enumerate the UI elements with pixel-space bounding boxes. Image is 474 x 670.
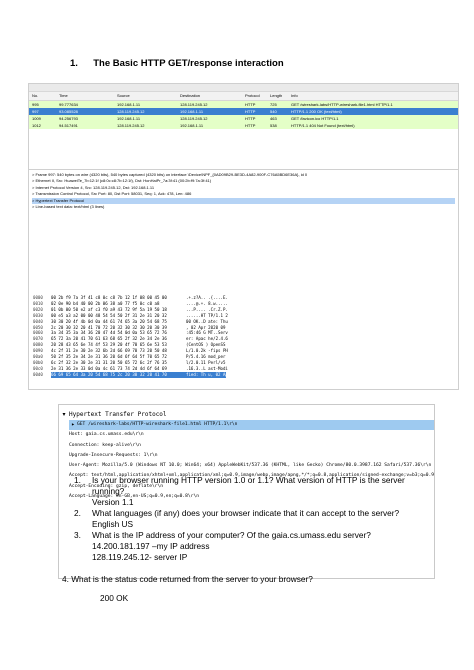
- packet-time: 93.085528: [59, 109, 78, 114]
- header-host[interactable]: Host: gaia.cs.umass.edu\r\n: [69, 430, 434, 440]
- packet-row-selected[interactable]: 997 93.085528 128.119.245.12 192.168.1.1…: [29, 108, 458, 115]
- packet-list-empty-area: [29, 129, 458, 170]
- hex-ascii: fied: Th u, 02 Ap: [186, 371, 228, 378]
- packet-time: 94.517491: [59, 123, 78, 128]
- column-header[interactable]: No.: [29, 92, 56, 100]
- detail-text: Internet Protocol Version 4, Src: 128.11…: [35, 184, 155, 190]
- question-3: 3. What is the IP address of your comput…: [74, 529, 432, 563]
- packet-destination: 192.168.1.11: [180, 123, 204, 128]
- question-number: 3.: [74, 529, 81, 540]
- detail-text: Ethernet II, Src: HuaweiTe_7b:12:1f (c8:…: [35, 178, 212, 184]
- column-header[interactable]: Destination: [177, 92, 242, 100]
- question-number: 2.: [74, 507, 81, 518]
- packet-time: 99.777634: [59, 102, 78, 107]
- packet-list-header: No. Time Source Destination Protocol Len…: [29, 92, 458, 101]
- packet-source: 128.119.245.12: [117, 109, 145, 114]
- header-connection[interactable]: Connection: keep-alive\r\n: [69, 441, 434, 451]
- request-line[interactable]: ▸ GET /wireshark-labs/HTTP-wireshark-fil…: [69, 420, 434, 431]
- packet-source: 192.168.1.11: [117, 102, 141, 107]
- packet-destination: 128.119.245.12: [180, 116, 208, 121]
- answer-text: English US: [92, 519, 134, 529]
- hex-row[interactable]: 00d0 66 69 65 64 3a 20 54 68 75 2c 20 30 …: [33, 371, 273, 378]
- answer-4: 200 OK: [100, 593, 129, 603]
- detail-line-based-text[interactable]: > Line-based text data: text/html (3 lin…: [32, 204, 455, 210]
- answer-text: 14.200.181.197 –my IP address: [92, 541, 210, 551]
- display-filter-bar: [29, 84, 458, 92]
- question-text: Is your browser running HTTP version 1.0…: [92, 475, 405, 496]
- question-4: 4. What is the status code returned from…: [62, 574, 313, 584]
- packet-destination: 192.168.1.11: [180, 109, 204, 114]
- http-tree-title: Hypertext Transfer Protocol: [69, 411, 167, 418]
- packet-no: 1009: [32, 116, 41, 121]
- question-number: 1.: [74, 475, 81, 485]
- question-1: 1. Is your browser running HTTP version …: [74, 475, 432, 508]
- header-upgrade-insecure[interactable]: Upgrade-Insecure-Requests: 1\r\n: [69, 451, 434, 461]
- packet-no: 1012: [32, 123, 41, 128]
- packet-no: 997: [32, 109, 39, 114]
- packet-row[interactable]: 1012 94.517491 128.119.245.12 192.168.1.…: [29, 122, 458, 129]
- packet-length: 540: [270, 109, 277, 114]
- expand-triangle-icon[interactable]: ▸: [69, 421, 77, 430]
- packet-info: GET /wireshark-labs/HTTP-wireshark-file1…: [291, 102, 393, 107]
- packet-protocol: HTTP: [245, 109, 256, 114]
- detail-text: Transmission Control Protocol, Src Port:…: [35, 191, 192, 197]
- request-line-text: GET /wireshark-labs/HTTP-wireshark-file1…: [77, 422, 238, 427]
- packet-source: 192.168.1.11: [117, 116, 141, 121]
- question-text: What languages (if any) does your browse…: [92, 507, 400, 518]
- packet-info: HTTP/1.1 404 Not Found (text/html): [291, 123, 355, 128]
- http-tree-header[interactable]: ▾ Hypertext Transfer Protocol: [59, 410, 434, 419]
- heading-title: The Basic HTTP GET/response interaction: [93, 58, 284, 69]
- packet-info: HTTP/1.1 200 OK (text/html): [291, 109, 342, 114]
- detail-text: Frame 997: 540 bytes on wire (4320 bits)…: [35, 172, 308, 177]
- packet-bytes-pane: 0000 00 2b f9 7a 3f 41 c8 0c c8 7b 12 1f …: [33, 295, 273, 378]
- detail-text: Line-based text data: text/html (3 lines…: [35, 204, 105, 210]
- hex-bytes: 66 69 65 64 3a 20 54 68 75 2c 20 30 32 2…: [51, 371, 186, 378]
- answer-text-2: 128.119.245.12- server IP: [92, 551, 188, 562]
- collapse-triangle-icon[interactable]: ▾: [59, 410, 69, 419]
- header-user-agent[interactable]: User-Agent: Mozilla/5.0 (Windows NT 10.0…: [69, 461, 434, 471]
- packet-time: 94.256793: [59, 116, 78, 121]
- packet-destination: 128.119.245.12: [180, 102, 208, 107]
- packet-protocol: HTTP: [245, 123, 256, 128]
- section-heading: 1. The Basic HTTP GET/response interacti…: [70, 58, 284, 69]
- wireshark-screenshot: No. Time Source Destination Protocol Len…: [28, 83, 459, 390]
- column-header[interactable]: Protocol: [242, 92, 267, 100]
- packet-length: 725: [270, 102, 277, 107]
- answer-text: Version 1.1: [92, 497, 134, 507]
- packet-length: 463: [270, 116, 277, 121]
- heading-number: 1.: [70, 58, 78, 69]
- column-header[interactable]: Info: [288, 92, 458, 100]
- hex-offset: 00d0: [33, 371, 43, 377]
- packet-details-pane: > Frame 997: 540 bytes on wire (4320 bit…: [29, 170, 458, 212]
- packet-row[interactable]: 995 99.777634 192.168.1.11 128.119.245.1…: [29, 101, 458, 108]
- packet-info: GET /favicon.ico HTTP/1.1: [291, 116, 339, 121]
- column-header[interactable]: Time: [56, 92, 114, 100]
- column-header[interactable]: Source: [114, 92, 177, 100]
- packet-source: 128.119.245.12: [117, 123, 145, 128]
- packet-no: 995: [32, 102, 39, 107]
- question-text: What is the IP address of your computer?…: [92, 529, 371, 540]
- packet-row[interactable]: 1009 94.256793 192.168.1.11 128.119.245.…: [29, 115, 458, 122]
- packet-length: 538: [270, 123, 277, 128]
- packet-protocol: HTTP: [245, 116, 256, 121]
- packet-protocol: HTTP: [245, 102, 256, 107]
- question-2: 2. What languages (if any) does your bro…: [74, 507, 432, 530]
- detail-text: Hypertext Transfer Protocol: [35, 197, 85, 203]
- question-list: 1. Is your browser running HTTP version …: [74, 475, 432, 563]
- column-header[interactable]: Length: [267, 92, 288, 100]
